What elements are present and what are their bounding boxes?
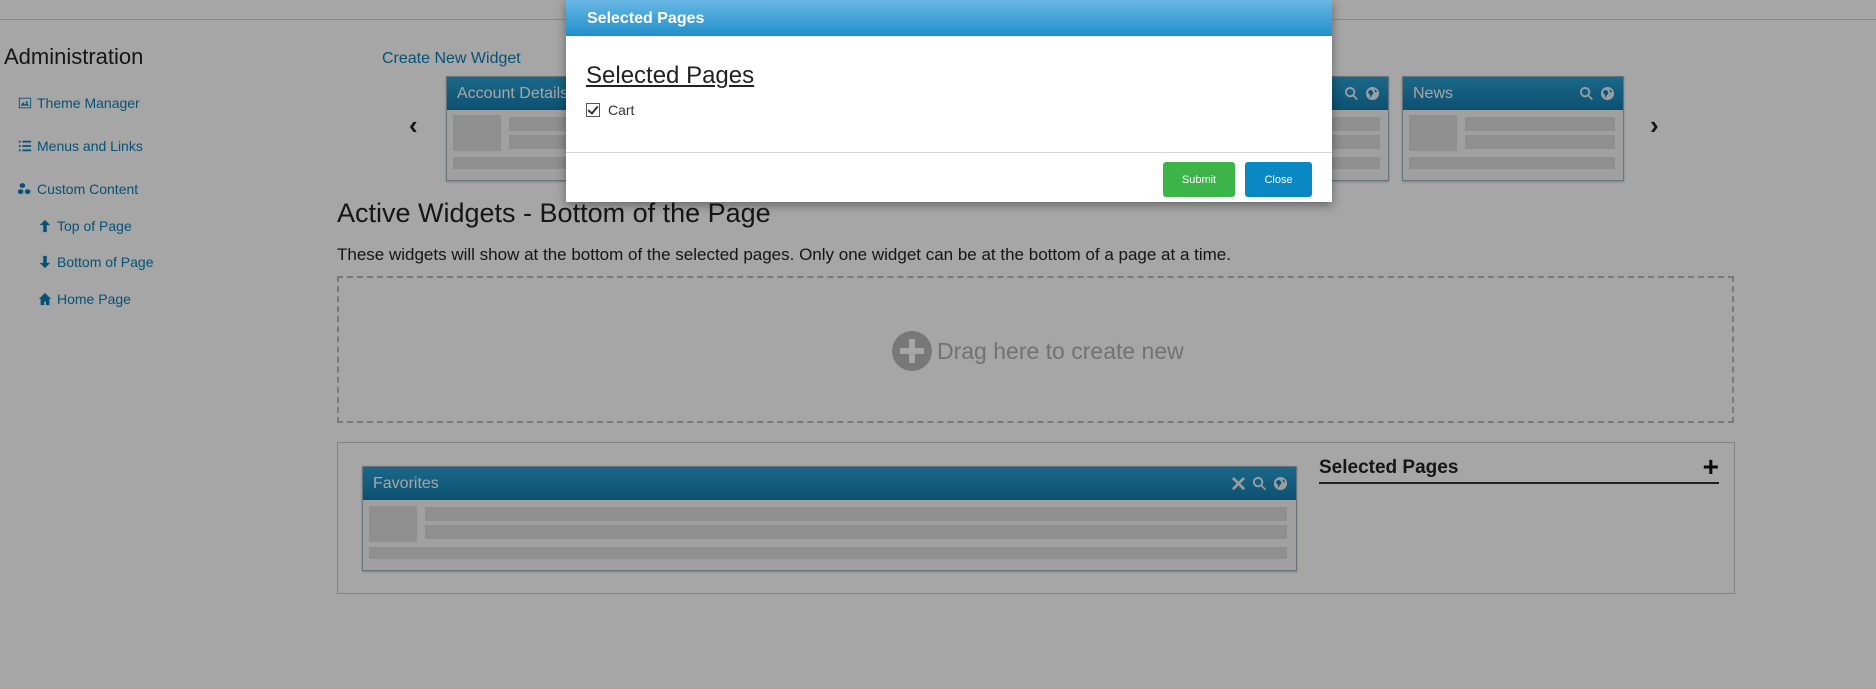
modal-title: Selected Pages xyxy=(586,62,755,89)
page-checkbox-label: Cart xyxy=(608,102,635,118)
checkbox-checked[interactable] xyxy=(586,103,600,117)
submit-button[interactable]: Submit xyxy=(1163,162,1235,197)
close-button[interactable]: Close xyxy=(1245,162,1312,197)
modal-body: Selected Pages Cart xyxy=(566,36,1332,153)
page-checkbox-cart[interactable]: Cart xyxy=(586,102,634,118)
selected-pages-modal: Selected Pages Selected Pages Cart Submi… xyxy=(566,0,1332,202)
modal-header: Selected Pages xyxy=(566,0,1332,36)
